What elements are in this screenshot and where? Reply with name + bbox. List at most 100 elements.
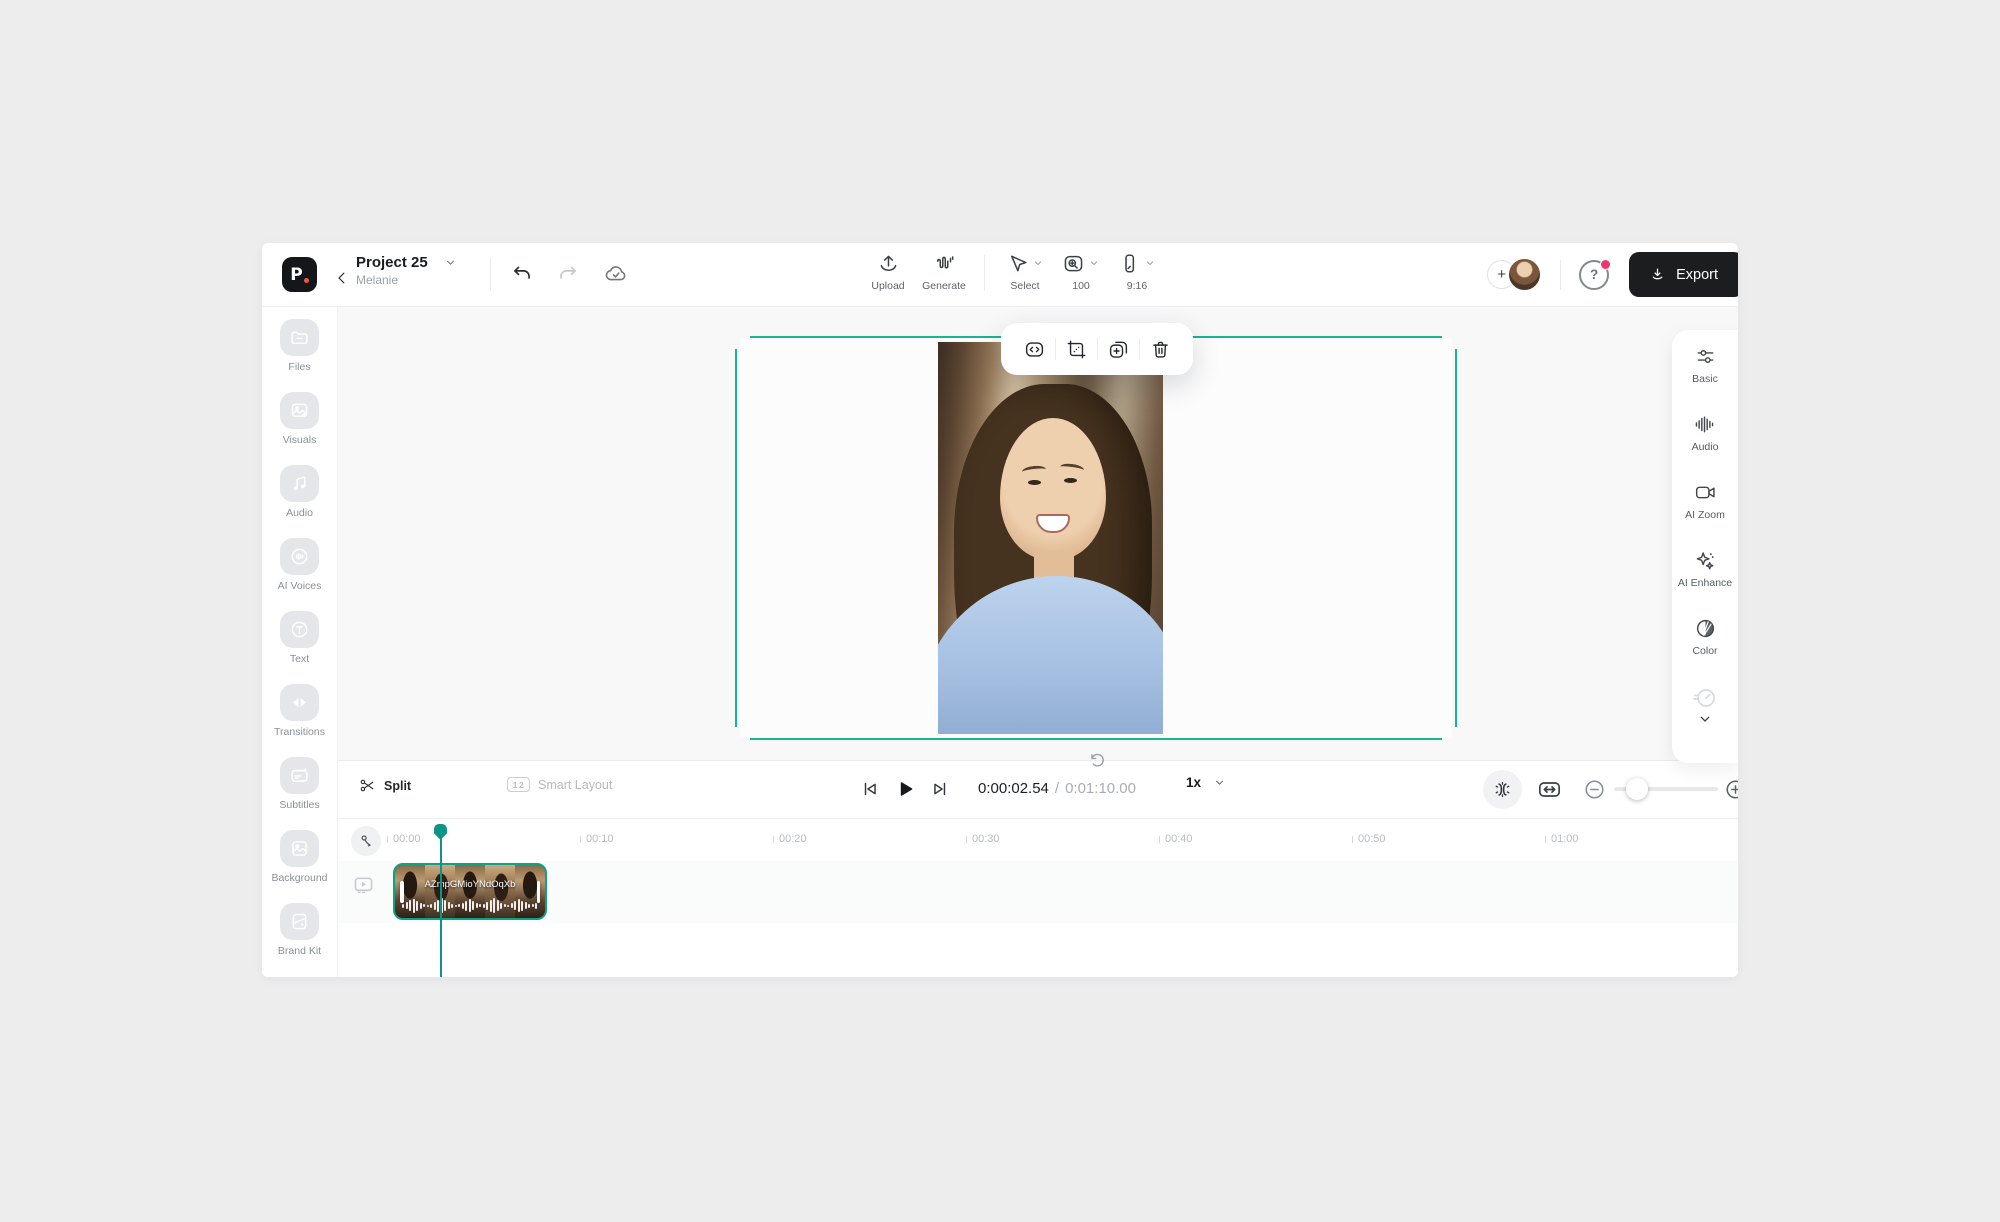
waveform-bar bbox=[430, 904, 432, 908]
sidebar-item-visuals[interactable]: Visuals bbox=[280, 392, 319, 465]
smart-layout-button[interactable]: 12 Smart Layout bbox=[507, 777, 612, 792]
selection-border-bottom bbox=[750, 738, 1442, 740]
selection-border-left[interactable] bbox=[735, 349, 737, 727]
canvas-zoom-dropdown[interactable]: 100 bbox=[1053, 250, 1109, 292]
timeline-zoom-in-button[interactable] bbox=[1724, 778, 1738, 801]
waveform-bar bbox=[525, 902, 527, 909]
panel-item-basic[interactable]: Basic bbox=[1692, 345, 1718, 385]
sidebar-item-text[interactable]: Text bbox=[280, 611, 319, 684]
skip-forward-button[interactable] bbox=[924, 772, 958, 806]
sidebar-item-files[interactable]: Files bbox=[280, 319, 319, 392]
ruler-label: 00:30 bbox=[966, 833, 1000, 845]
duplicate-button[interactable] bbox=[1098, 329, 1139, 369]
rotate-handle[interactable] bbox=[1088, 751, 1107, 770]
chevron-down-icon bbox=[444, 256, 457, 269]
sidebar-item-audio[interactable]: Audio bbox=[280, 465, 319, 538]
chevron-down-icon bbox=[1697, 711, 1713, 727]
fit-width-icon bbox=[1536, 776, 1563, 803]
split-button[interactable]: Split bbox=[359, 777, 411, 794]
ruler-tick bbox=[1545, 836, 1546, 843]
selection-border-right[interactable] bbox=[1455, 349, 1457, 727]
chevron-down-icon bbox=[1032, 257, 1044, 269]
playhead-marker[interactable] bbox=[434, 824, 447, 840]
aspect-ratio-dropdown[interactable]: 9:16 bbox=[1109, 250, 1165, 292]
sliders-icon bbox=[1694, 345, 1717, 368]
timeline-zoom-out-button[interactable] bbox=[1583, 778, 1606, 801]
ruler-label: 00:40 bbox=[1159, 833, 1193, 845]
playhead[interactable] bbox=[434, 824, 447, 977]
select-tool-dropdown[interactable]: Select bbox=[997, 250, 1053, 292]
waveform-bar bbox=[462, 903, 464, 909]
timeline-zoom-slider[interactable] bbox=[1614, 787, 1718, 791]
snap-toggle-button[interactable] bbox=[1483, 770, 1522, 809]
user-avatar[interactable] bbox=[1507, 257, 1542, 292]
waveform-bar bbox=[514, 901, 516, 910]
upload-icon bbox=[877, 252, 900, 275]
selected-video-clip[interactable] bbox=[938, 342, 1163, 734]
app-logo[interactable]: P bbox=[282, 257, 317, 292]
panel-item-ai-zoom[interactable]: AI Zoom bbox=[1685, 481, 1725, 521]
generate-icon bbox=[933, 252, 956, 275]
sidebar-item-background[interactable]: Background bbox=[271, 830, 327, 903]
tools-divider bbox=[984, 255, 985, 291]
video-canvas[interactable] bbox=[740, 338, 1452, 738]
crop-button[interactable] bbox=[1056, 329, 1097, 369]
zoom-slider-handle[interactable] bbox=[1626, 778, 1648, 800]
panel-item-ai-enhance[interactable]: AI Enhance bbox=[1678, 549, 1732, 589]
clip-trim-handle-right[interactable] bbox=[537, 881, 541, 903]
upload-button[interactable]: Upload bbox=[860, 250, 916, 292]
back-button[interactable] bbox=[328, 264, 356, 292]
sidebar-item-ai-voices[interactable]: AI Voices bbox=[278, 538, 322, 611]
clip-trim-handle-left[interactable] bbox=[400, 881, 404, 903]
fit-timeline-button[interactable] bbox=[1536, 776, 1563, 803]
waveform-bar bbox=[416, 901, 418, 911]
waveform-bar bbox=[528, 904, 530, 908]
ruler-label: 01:00 bbox=[1545, 833, 1579, 845]
waveform-bar bbox=[511, 903, 513, 908]
panel-item-audio[interactable]: Audio bbox=[1692, 413, 1719, 453]
waveform-bar bbox=[486, 902, 488, 910]
playback-speed-dropdown[interactable]: 1x bbox=[1186, 775, 1226, 790]
timeline-panel: Split 12 Smart Layout 0:00:02.54 / 0:01:… bbox=[337, 760, 1738, 977]
help-button[interactable]: ? bbox=[1579, 260, 1609, 290]
ruler-tick bbox=[387, 836, 388, 843]
transition-icon bbox=[289, 692, 310, 713]
brand-kit-icon bbox=[289, 911, 310, 932]
redo-button[interactable] bbox=[554, 260, 582, 288]
snap-icon bbox=[1492, 779, 1513, 800]
waveform-icon bbox=[1693, 413, 1716, 436]
animate-button[interactable] bbox=[1014, 329, 1055, 369]
play-button[interactable] bbox=[888, 772, 922, 806]
waveform-bar bbox=[532, 904, 534, 907]
panel-item-color[interactable]: Color bbox=[1692, 617, 1717, 657]
sidebar-item-subtitles[interactable]: Subtitles bbox=[279, 757, 319, 830]
record-audio-button[interactable] bbox=[351, 826, 381, 856]
chevron-down-icon bbox=[1088, 257, 1100, 269]
editor-window: P Project 25 Melanie Upload bbox=[262, 243, 1738, 977]
timeline-clip[interactable]: AZmpGMioYNdOqXb bbox=[393, 863, 547, 920]
ruler-tick bbox=[1159, 836, 1160, 843]
delete-button[interactable] bbox=[1140, 329, 1181, 369]
speed-gauge-icon bbox=[1692, 685, 1718, 711]
waveform-bar bbox=[500, 903, 502, 909]
time-separator: / bbox=[1055, 780, 1059, 797]
clip-context-toolbar bbox=[1001, 323, 1193, 375]
waveform-bar bbox=[402, 904, 404, 908]
cloud-sync-button[interactable] bbox=[602, 260, 630, 288]
generate-button[interactable]: Generate bbox=[916, 250, 972, 292]
skip-back-button[interactable] bbox=[852, 772, 886, 806]
image-add-icon bbox=[289, 400, 310, 421]
export-button[interactable]: Export bbox=[1629, 252, 1738, 297]
current-time: 0:00:02.54 bbox=[978, 780, 1049, 797]
sidebar-item-transitions[interactable]: Transitions bbox=[274, 684, 325, 757]
sidebar-item-brand-kit[interactable]: Brand Kit bbox=[278, 903, 321, 976]
collapse-panel-button[interactable] bbox=[1697, 711, 1713, 727]
undo-icon bbox=[511, 263, 533, 285]
undo-button[interactable] bbox=[508, 260, 536, 288]
waveform-bar bbox=[490, 900, 492, 912]
waveform-bar bbox=[406, 902, 408, 909]
ruler-tick bbox=[773, 836, 774, 843]
project-title-menu[interactable]: Project 25 Melanie bbox=[356, 254, 457, 287]
waveform-bar bbox=[483, 904, 485, 908]
clip-name: AZmpGMioYNdOqXb bbox=[399, 879, 541, 890]
